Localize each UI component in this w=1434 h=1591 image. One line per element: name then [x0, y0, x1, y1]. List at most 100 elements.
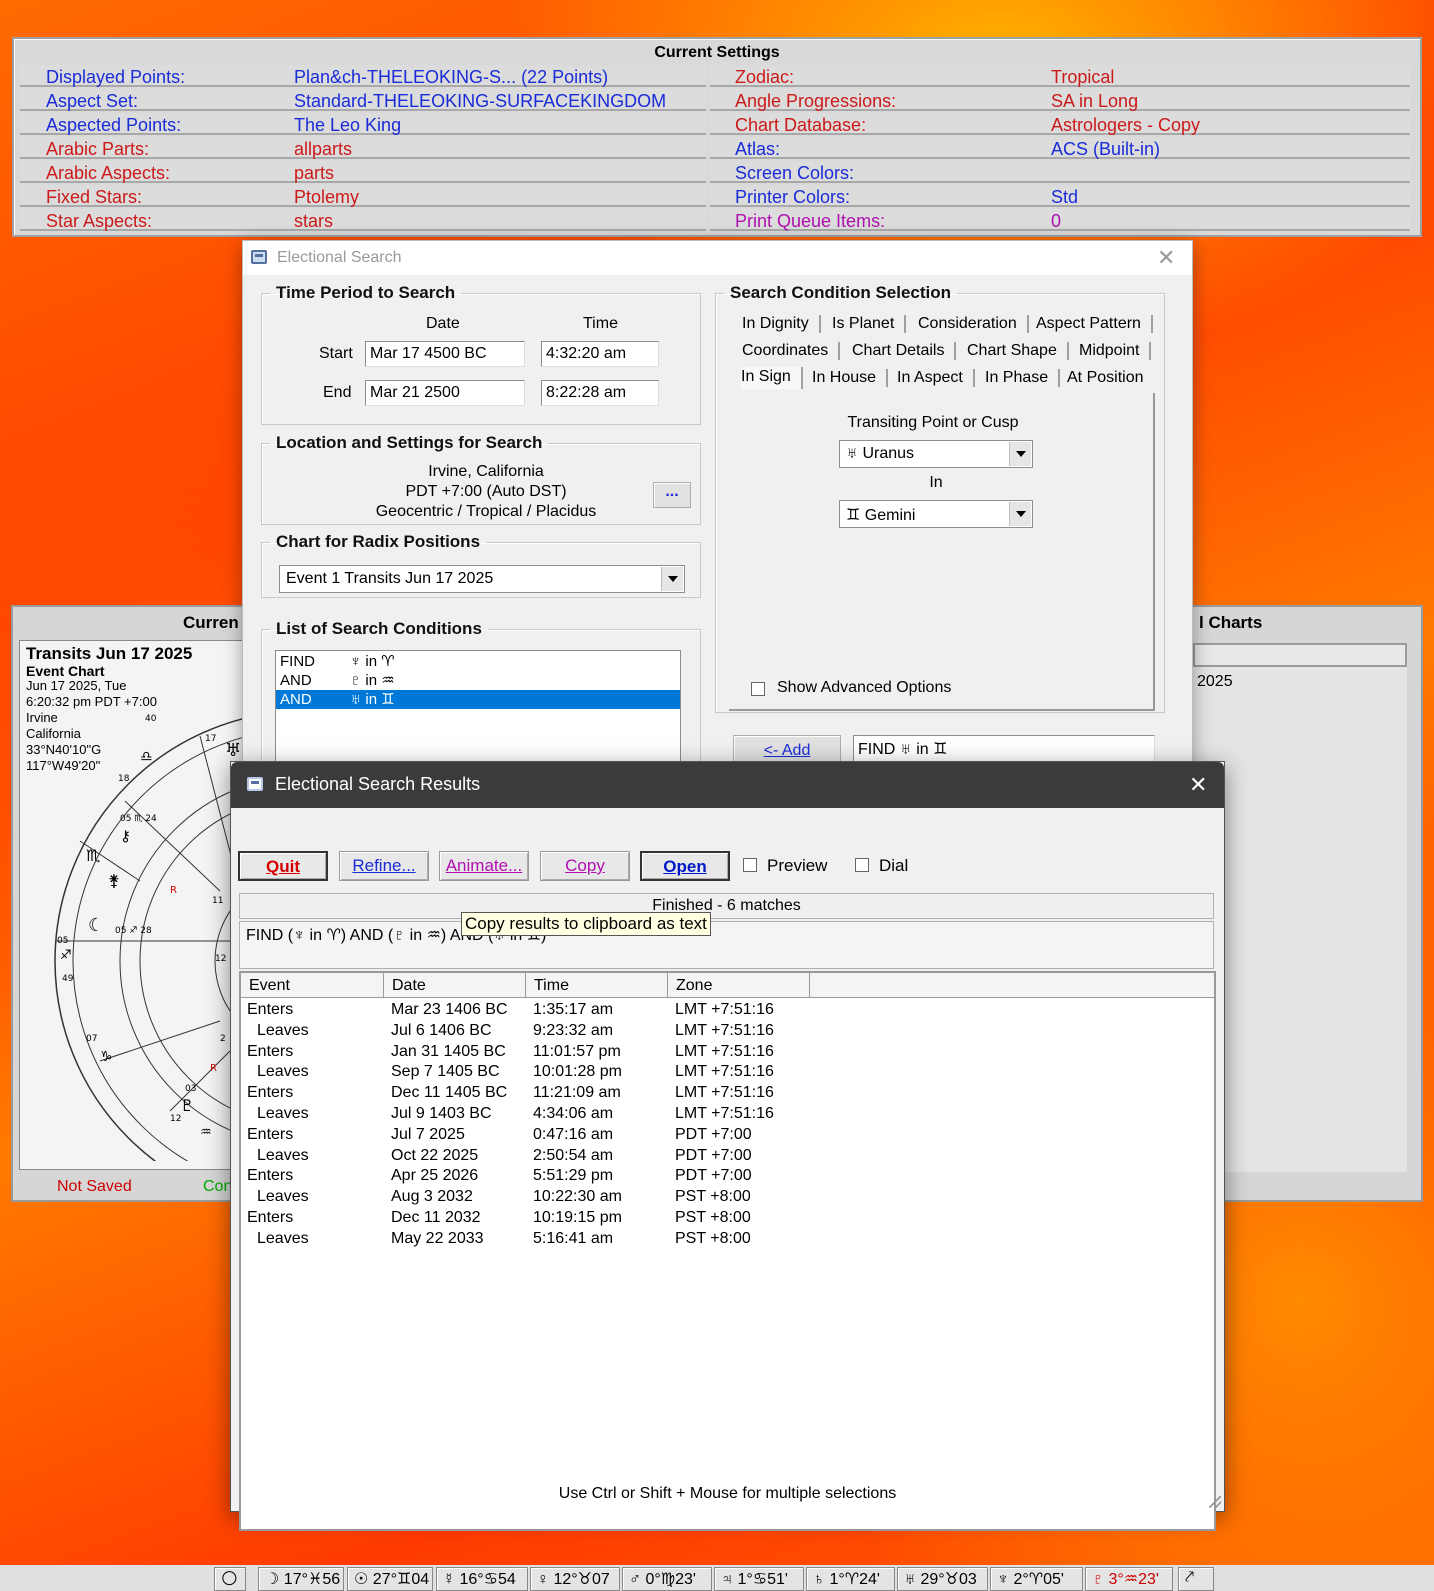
- chevron-down-icon[interactable]: [1009, 502, 1031, 526]
- svg-text:⚵: ⚵: [108, 871, 120, 890]
- resize-grip-icon[interactable]: [1209, 1496, 1221, 1508]
- transiting-point-select[interactable]: ♅ Uranus: [839, 440, 1033, 468]
- tab-chart-details[interactable]: Chart Details: [852, 342, 957, 360]
- condition-item[interactable]: FIND ♆ in ♈: [276, 652, 680, 671]
- row-time: 10:01:28 pm: [533, 1063, 622, 1081]
- advanced-options-checkbox[interactable]: [751, 682, 765, 696]
- column-header-time[interactable]: Time: [526, 973, 668, 998]
- tab-in-phase[interactable]: In Phase: [985, 369, 1061, 387]
- tab-aspect-pattern[interactable]: Aspect Pattern: [1036, 315, 1153, 333]
- svg-text:12: 12: [215, 954, 226, 964]
- table-row[interactable]: Leaves Jul 6 1406 BC 9:23:32 am LMT +7:51:1…: [241, 1022, 1211, 1043]
- in-label: In: [929, 474, 943, 491]
- tab-is-planet[interactable]: Is Planet: [832, 315, 907, 333]
- radix-legend: Chart for Radix Positions: [276, 532, 481, 551]
- planet-position-cell[interactable]: ♄ 1°♈24': [806, 1567, 895, 1591]
- preview-checkbox[interactable]: [743, 858, 757, 872]
- column-header-date[interactable]: Date: [384, 973, 526, 998]
- chart-wheel-pane[interactable]: Transits Jun 17 2025 Event Chart Jun 17 …: [19, 640, 244, 1170]
- settings-row-right: Printer Colors: Std: [710, 185, 1410, 207]
- tab-chart-shape[interactable]: Chart Shape: [967, 342, 1069, 360]
- table-row[interactable]: Enters Dec 11 2032 10:19:15 pm PST +8:00: [241, 1209, 1211, 1230]
- animate-button[interactable]: Animate...: [439, 851, 529, 881]
- start-date-input[interactable]: Mar 17 4500 BC: [365, 341, 525, 367]
- planet-position-cell[interactable]: ♇ 3°♒23': [1085, 1567, 1173, 1591]
- sign-select[interactable]: ♊ Gemini: [839, 500, 1033, 528]
- planet-position-cell[interactable]: ♀ 12°♉07: [530, 1567, 620, 1591]
- end-time-input[interactable]: 8:22:28 am: [541, 380, 659, 406]
- results-titlebar[interactable]: Electional Search Results ✕: [231, 762, 1224, 808]
- tab-in-house[interactable]: In House: [812, 369, 889, 387]
- settings-row-left: Arabic Parts: allparts: [20, 137, 706, 159]
- table-row[interactable]: Enters Jul 7 2025 0:47:16 am PDT +7:00: [241, 1126, 1211, 1147]
- tab-coordinates[interactable]: Coordinates: [742, 342, 841, 360]
- column-header-event[interactable]: Event: [241, 973, 384, 998]
- tab-in-sign[interactable]: In Sign: [741, 367, 803, 389]
- transiting-point-value: ♅ Uranus: [846, 445, 915, 462]
- conditions-list[interactable]: FIND ♆ in ♈ AND ♇ in ♒ AND ♅ in ♊: [275, 650, 681, 770]
- current-settings-panel: Current Settings Displayed Points: Plan&…: [12, 37, 1422, 237]
- row-date: Jul 6 1406 BC: [391, 1021, 492, 1039]
- row-zone: LMT +7:51:16: [675, 1063, 774, 1081]
- close-icon[interactable]: ✕: [1189, 774, 1207, 796]
- tab-in-aspect[interactable]: In Aspect: [897, 369, 975, 387]
- planet-position-cell[interactable]: ♃ 1°♋51': [714, 1567, 804, 1591]
- results-table[interactable]: Event Date Time Zone Enters Mar 23 1406 B…: [239, 971, 1216, 1531]
- planet-position-cell[interactable]: ☉ 27°♊04: [347, 1567, 433, 1591]
- tab-in-dignity[interactable]: In Dignity: [742, 315, 821, 333]
- row-event: Enters: [247, 1084, 294, 1102]
- table-row[interactable]: Enters Mar 23 1406 BC 1:35:17 am LMT +7:51:…: [241, 1001, 1211, 1022]
- settings-row-right: Zodiac: Tropical: [710, 65, 1410, 87]
- planet-position-cell[interactable]: ♆ 2°♈05': [990, 1567, 1083, 1591]
- sun-moon-icon[interactable]: 🌕: [214, 1567, 246, 1591]
- quit-button[interactable]: Quit: [238, 851, 328, 881]
- dial-checkbox[interactable]: [855, 858, 869, 872]
- condition-item[interactable]: AND ♇ in ♒: [276, 671, 680, 690]
- row-date: Jul 7 2025: [391, 1125, 465, 1143]
- table-row[interactable]: Leaves Jul 9 1403 BC 4:34:06 am LMT +7:51:1…: [241, 1105, 1211, 1126]
- location-settings: Geocentric / Tropical / Placidus: [375, 503, 597, 520]
- table-row[interactable]: Enters Apr 25 2026 5:51:29 pm PDT +7:00: [241, 1167, 1211, 1188]
- chevron-down-icon[interactable]: [661, 567, 683, 591]
- conditions-legend: List of Search Conditions: [276, 619, 482, 638]
- charts-search-input[interactable]: [1193, 643, 1407, 667]
- table-row[interactable]: Leaves Sep 7 1405 BC 10:01:28 pm LMT +7:51:…: [241, 1063, 1211, 1084]
- chart-tool-icon[interactable]: ⤤: [1178, 1567, 1214, 1591]
- search-titlebar[interactable]: Electional Search ✕: [243, 241, 1192, 275]
- table-row[interactable]: Leaves Oct 22 2025 2:50:54 am PDT +7:00: [241, 1147, 1211, 1168]
- row-date: Mar 23 1406 BC: [391, 1001, 508, 1018]
- location-settings-button[interactable]: ...: [653, 482, 691, 508]
- radix-chart-select[interactable]: Event 1 Transits Jun 17 2025: [279, 565, 685, 593]
- condition-op: AND: [280, 672, 312, 689]
- row-zone: PDT +7:00: [675, 1167, 752, 1185]
- table-row[interactable]: Leaves May 22 2033 5:16:41 am PST +8:00: [241, 1230, 1211, 1251]
- refine-button[interactable]: Refine...: [339, 851, 429, 881]
- tab-consideration[interactable]: Consideration: [918, 315, 1029, 333]
- charts-list[interactable]: 2025: [1193, 667, 1407, 1172]
- close-icon[interactable]: ✕: [1157, 247, 1175, 269]
- tab-midpoint[interactable]: Midpoint: [1079, 342, 1152, 360]
- row-date: Aug 3 2032: [391, 1188, 473, 1206]
- row-time: 9:23:32 am: [533, 1021, 614, 1039]
- column-header-zone[interactable]: Zone: [668, 973, 810, 998]
- chevron-down-icon[interactable]: [1009, 442, 1031, 466]
- open-button[interactable]: Open: [640, 851, 730, 881]
- planet-position-cell[interactable]: ♅ 29°♉03: [897, 1567, 988, 1591]
- setting-value: Standard-THELEOKING-SURFACEKINGDOM: [294, 91, 667, 111]
- table-row[interactable]: Leaves Aug 3 2032 10:22:30 am PST +8:00: [241, 1188, 1211, 1209]
- tab-at-position[interactable]: At Position: [1067, 369, 1153, 387]
- copy-button[interactable]: Copy: [540, 851, 630, 881]
- row-time: 11:21:09 am: [533, 1084, 621, 1102]
- planet-position-cell[interactable]: ♂ 0°♍23': [622, 1567, 712, 1591]
- chart-wheel-graphic: ♏ ⚵ ☾ ♐ ♑ ♇ ♒ ♎ ♅ ⚷ 12 11 2 05 49 05 ♏ 2…: [54, 714, 243, 1161]
- svg-text:R: R: [210, 1063, 217, 1074]
- table-row[interactable]: Enters Jan 31 1405 BC 11:01:57 pm LMT +7:51…: [241, 1043, 1211, 1064]
- table-row[interactable]: Enters Dec 11 1405 BC 11:21:09 am LMT +7:51…: [241, 1084, 1211, 1105]
- planet-position-cell[interactable]: ☽ 17°♓56: [258, 1567, 344, 1591]
- end-date-input[interactable]: Mar 21 2500: [365, 380, 525, 406]
- start-time-input[interactable]: 4:32:20 am: [541, 341, 659, 367]
- row-date: May 22 2033: [391, 1229, 484, 1247]
- condition-item[interactable]: AND ♅ in ♊: [276, 690, 680, 709]
- planet-position-cell[interactable]: ☿ 16°♋54: [436, 1567, 528, 1591]
- charts-list-item[interactable]: 2025: [1197, 674, 1233, 690]
